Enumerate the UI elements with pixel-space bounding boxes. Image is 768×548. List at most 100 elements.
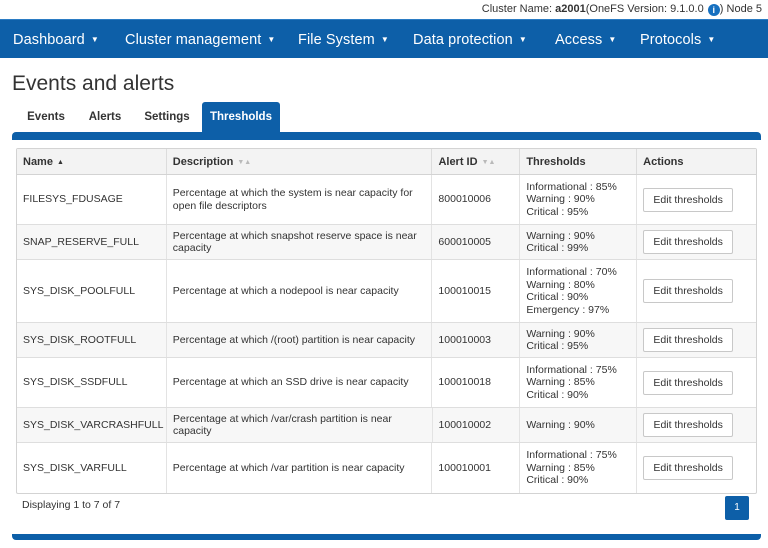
nav-file-system[interactable]: File System ▼ [298, 20, 389, 59]
alert-description: Percentage at which /(root) partition is… [165, 323, 432, 357]
chevron-down-icon: ▼ [608, 35, 617, 44]
alert-description: Percentage at which an SSD drive is near… [165, 358, 432, 407]
threshold-list: Warning : 90% Critical : 99% [526, 230, 594, 255]
table-body: FILESYS_FDUSAGE Percentage at which the s… [17, 175, 756, 493]
threshold-value: Informational : 70% [526, 266, 617, 278]
column-header-actions: Actions [636, 149, 756, 174]
column-header-alert-id[interactable]: Alert ID ▼▲ [431, 149, 519, 174]
alert-name: SYS_DISK_POOLFULL [23, 284, 136, 297]
threshold-value: Critical : 90% [526, 388, 589, 401]
sort-icon: ▼▲ [481, 159, 496, 166]
threshold-list: Informational : 75% Warning : 85% Critical… [526, 364, 616, 402]
actions-cell: Edit thresholds [636, 260, 756, 322]
nav-access[interactable]: Access ▼ [555, 20, 616, 59]
table-header: Name ▲ Description ▼▲ Alert ID ▼▲ Threshold… [17, 149, 756, 175]
threshold-value: Critical : 95% [526, 205, 589, 218]
actions-cell: Edit thresholds [636, 408, 756, 442]
table-row: SYS_DISK_VARFULL Percentage at which /var… [17, 443, 756, 493]
tab-alerts[interactable]: Alerts [79, 102, 131, 132]
edit-thresholds-button[interactable]: Edit thresholds [643, 413, 734, 437]
alert-name: SNAP_RESERVE_FULL [23, 235, 139, 248]
column-header-name[interactable]: Name ▲ [17, 149, 166, 174]
alert-id: 600010005 [431, 225, 519, 259]
threshold-value: Warning : 80% [526, 278, 595, 291]
alert-id: 100010002 [431, 408, 520, 442]
page-title: Events and alerts [12, 72, 175, 95]
threshold-value: Emergency : 97% [526, 303, 610, 316]
actions-cell: Edit thresholds [636, 175, 756, 224]
chevron-down-icon: ▼ [707, 35, 716, 44]
alert-description: Percentage at which the system is near c… [165, 175, 432, 224]
threshold-value: Critical : 95% [526, 340, 589, 352]
threshold-list: Warning : 90% [526, 419, 594, 432]
alert-name: SYS_DISK_SSDFULL [23, 376, 128, 389]
threshold-value: Critical : 99% [526, 242, 589, 254]
edit-thresholds-button[interactable]: Edit thresholds [643, 279, 734, 303]
cluster-label: Cluster Name: [481, 3, 556, 15]
onefs-version: (OneFS Version: 9.1.0.0 [585, 3, 704, 15]
edit-thresholds-button[interactable]: Edit thresholds [643, 370, 734, 395]
table-row: SYS_DISK_ROOTFULL Percentage at which /(r… [17, 323, 756, 358]
alert-description: Percentage at which snapshot reserve spa… [165, 225, 432, 259]
table-row: SYS_DISK_SSDFULL Percentage at which an S… [17, 358, 756, 408]
actions-cell: Edit thresholds [636, 225, 756, 259]
cluster-name: a2001 [555, 3, 586, 15]
alert-id: 100010001 [431, 443, 519, 493]
thresholds-cell: Informational : 75% Warning : 85% Critical… [519, 443, 636, 493]
threshold-value: Critical : 90% [526, 291, 589, 303]
threshold-list: Warning : 90% Critical : 95% [526, 328, 594, 353]
threshold-list: Informational : 85% Warning : 90% Critical… [526, 181, 616, 219]
alert-id: 100010003 [431, 323, 519, 357]
alert-id: 800010006 [431, 175, 519, 224]
table-row: SYS_DISK_POOLFULL Percentage at which a n… [17, 260, 756, 323]
thresholds-cell: Warning : 90% [519, 408, 636, 442]
threshold-value: Warning : 90% [526, 193, 595, 206]
chevron-down-icon: ▼ [90, 35, 99, 44]
cluster-info: Cluster Name: a2001(OneFS Version: 9.1.0… [0, 0, 768, 19]
tab-settings[interactable]: Settings [134, 102, 200, 132]
edit-thresholds-button[interactable]: Edit thresholds [643, 456, 734, 480]
column-header-description[interactable]: Description ▼▲ [165, 149, 432, 174]
alert-description: Percentage at which /var partition is ne… [165, 443, 432, 493]
thresholds-cell: Warning : 90% Critical : 95% [519, 323, 636, 357]
table-row: SNAP_RESERVE_FULL Percentage at which sna… [17, 225, 756, 260]
alert-id: 100010018 [431, 358, 519, 407]
threshold-value: Warning : 90% [526, 327, 595, 340]
tab-thresholds[interactable]: Thresholds [202, 102, 280, 132]
threshold-list: Informational : 70% Warning : 80% Critical… [526, 266, 616, 316]
nav-dashboard[interactable]: Dashboard ▼ [13, 20, 99, 59]
tab-panel-border [12, 132, 761, 140]
main-nav: Dashboard ▼ Cluster management ▼ File Syst… [0, 19, 768, 58]
edit-thresholds-button[interactable]: Edit thresholds [643, 230, 734, 254]
pagination-summary: Displaying 1 to 7 of 7 [22, 499, 121, 511]
panel-bottom-border [12, 534, 761, 540]
alert-description: Percentage at which a nodepool is near c… [165, 260, 432, 322]
nav-cluster-management[interactable]: Cluster management ▼ [125, 20, 275, 59]
alert-name: FILESYS_FDUSAGE [23, 193, 123, 206]
threshold-value: Informational : 85% [526, 180, 617, 193]
nav-protocols[interactable]: Protocols ▼ [640, 20, 715, 59]
thresholds-cell: Warning : 90% Critical : 99% [519, 225, 636, 259]
threshold-value: Warning : 85% [526, 376, 595, 389]
alert-description: Percentage at which /var/crash partition… [166, 408, 432, 442]
chevron-down-icon: ▼ [267, 35, 276, 44]
page-button[interactable]: 1 [725, 496, 749, 520]
info-icon[interactable]: i [707, 4, 720, 16]
edit-thresholds-button[interactable]: Edit thresholds [643, 328, 734, 352]
threshold-list: Informational : 75% Warning : 85% Critical… [526, 449, 616, 487]
sort-icon: ▼▲ [237, 159, 252, 166]
actions-cell: Edit thresholds [636, 358, 756, 407]
edit-thresholds-button[interactable]: Edit thresholds [643, 187, 734, 212]
tab-events[interactable]: Events [16, 102, 76, 132]
thresholds-cell: Informational : 85% Warning : 90% Critical… [519, 175, 636, 224]
threshold-value: Warning : 85% [526, 461, 595, 474]
nav-data-protection[interactable]: Data protection ▼ [413, 20, 527, 59]
sort-asc-icon: ▲ [56, 159, 64, 166]
chevron-down-icon: ▼ [380, 35, 389, 44]
thresholds-cell: Informational : 70% Warning : 80% Critical… [519, 260, 636, 322]
table-row: SYS_DISK_VARCRASHFULL Percentage at which… [17, 408, 756, 443]
alert-name: SYS_DISK_ROOTFULL [23, 333, 137, 346]
actions-cell: Edit thresholds [636, 443, 756, 493]
node-number: ) Node 5 [719, 3, 762, 15]
thresholds-table: Name ▲ Description ▼▲ Alert ID ▼▲ Threshold… [16, 148, 757, 494]
